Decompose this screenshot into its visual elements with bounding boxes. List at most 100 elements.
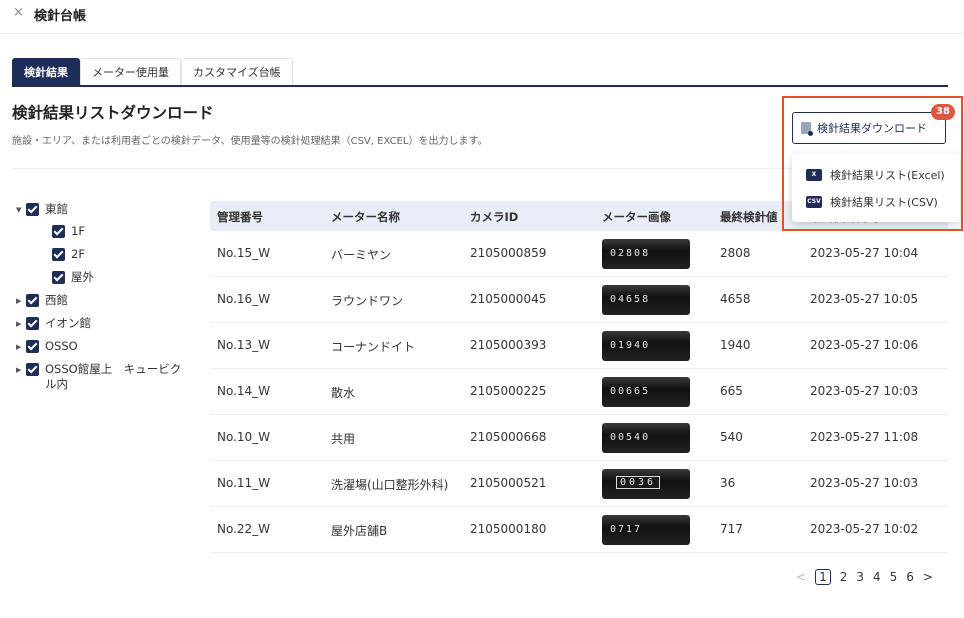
table-row[interactable]: No.14_W 散水 2105000225 00665 665 2023-05-… <box>210 369 948 415</box>
tree-item-label: 1F <box>71 224 85 238</box>
cell-camera: 2105000393 <box>470 338 547 352</box>
cell-value: 665 <box>720 384 743 398</box>
page-4[interactable]: 4 <box>873 570 881 584</box>
close-icon[interactable]: × <box>13 5 24 20</box>
cell-datetime: 2023-05-27 10:03 <box>810 476 919 490</box>
meter-image-digits: 0036 <box>616 476 661 489</box>
table-row[interactable]: No.11_W 洗濯場(山口整形外科) 2105000521 0036 36 2… <box>210 461 948 507</box>
table-row[interactable]: No.15_W バーミヤン 2105000859 02808 2808 2023… <box>210 231 948 277</box>
cell-value: 540 <box>720 430 743 444</box>
tree-item-label: 西館 <box>45 293 68 307</box>
cell-camera: 2105000668 <box>470 430 547 444</box>
tree-item-osso-rooftop[interactable]: ▶ OSSO館屋上 キュービク ル内 <box>16 362 181 392</box>
checkbox[interactable] <box>26 317 39 330</box>
col-header-image[interactable]: メーター画像 <box>602 209 671 225</box>
cell-id: No.15_W <box>217 246 271 260</box>
meter-image[interactable]: 0717 <box>602 515 690 545</box>
meter-image[interactable]: 0036 <box>602 469 690 499</box>
meter-image-digits: 00665 <box>610 386 651 397</box>
cell-id: No.13_W <box>217 338 271 352</box>
checkbox[interactable] <box>26 363 39 376</box>
page-1[interactable]: 1 <box>815 569 831 585</box>
tree-item-aeon-building[interactable]: ▶ イオン館 <box>16 316 91 331</box>
tree-item-west-building[interactable]: ▶ 西館 <box>16 293 68 308</box>
tree-item-outdoor[interactable]: 屋外 <box>52 270 94 285</box>
section-title: 検針結果リストダウンロード <box>12 104 214 122</box>
tree-item-east-building[interactable]: ▼ 東館 <box>16 202 68 217</box>
tab-bar: 検針結果 メーター使用量 カスタマイズ台帳 <box>12 58 948 87</box>
checkbox[interactable] <box>26 340 39 353</box>
checkbox[interactable] <box>52 225 65 238</box>
tab-meter-usage[interactable]: メーター使用量 <box>80 58 181 85</box>
cell-id: No.10_W <box>217 430 271 444</box>
checkbox[interactable] <box>26 294 39 307</box>
tree-item-2f[interactable]: 2F <box>52 247 85 262</box>
tree-item-label-line1: OSSO館屋上 キュービク <box>45 362 182 376</box>
tab-reading-results[interactable]: 検針結果 <box>12 58 80 85</box>
cell-value: 2808 <box>720 246 751 260</box>
col-header-camera[interactable]: カメラID <box>470 209 518 225</box>
meter-image[interactable]: 04658 <box>602 285 690 315</box>
tree-item-label: 東館 <box>45 202 68 216</box>
cell-name: バーミヤン <box>331 248 392 262</box>
table-row[interactable]: No.16_W ラウンドワン 2105000045 04658 4658 202… <box>210 277 948 323</box>
cell-camera: 2105000225 <box>470 384 547 398</box>
meter-image[interactable]: 00665 <box>602 377 690 407</box>
cell-name: 散水 <box>331 386 356 400</box>
top-bar: × 検針台帳 <box>0 0 964 34</box>
meter-image-digits: 01940 <box>610 340 651 351</box>
pagination: < 1 2 3 4 5 6 > <box>796 569 942 585</box>
cell-id: No.11_W <box>217 476 271 490</box>
page-3[interactable]: 3 <box>856 570 864 584</box>
cell-datetime: 2023-05-27 10:03 <box>810 384 919 398</box>
meter-image[interactable]: 00540 <box>602 423 690 453</box>
meter-image[interactable]: 01940 <box>602 331 690 361</box>
tree-item-label: OSSO館屋上 キュービク ル内 <box>45 362 181 392</box>
meter-image-digits: 0717 <box>610 524 643 535</box>
meter-image-digits: 04658 <box>610 294 651 305</box>
cell-camera: 2105000045 <box>470 292 547 306</box>
caret-right-icon[interactable]: ▶ <box>16 343 26 351</box>
tree-item-osso[interactable]: ▶ OSSO <box>16 339 78 354</box>
tree-item-label: 屋外 <box>71 270 94 284</box>
tree-item-label-line2: ル内 <box>45 377 68 391</box>
cell-datetime: 2023-05-27 10:06 <box>810 338 919 352</box>
tree-item-label: イオン館 <box>45 316 91 330</box>
cell-datetime: 2023-05-27 10:05 <box>810 292 919 306</box>
highlight-box <box>782 96 963 231</box>
cell-camera: 2105000521 <box>470 476 547 490</box>
next-page-icon[interactable]: > <box>923 570 933 584</box>
page-title: 検針台帳 <box>34 9 87 24</box>
cell-id: No.22_W <box>217 522 271 536</box>
tree-item-label: OSSO <box>45 339 78 353</box>
cell-value: 4658 <box>720 292 751 306</box>
cell-datetime: 2023-05-27 10:04 <box>810 246 919 260</box>
meter-image-digits: 02808 <box>610 248 651 259</box>
table-row[interactable]: No.22_W 屋外店舗B 2105000180 0717 717 2023-0… <box>210 507 948 553</box>
cell-id: No.16_W <box>217 292 271 306</box>
cell-name: 屋外店舗B <box>331 524 388 538</box>
cell-value: 1940 <box>720 338 751 352</box>
page-5[interactable]: 5 <box>890 570 898 584</box>
meter-image-digits: 00540 <box>610 432 651 443</box>
caret-down-icon[interactable]: ▼ <box>16 206 26 214</box>
col-header-name[interactable]: メーター名称 <box>331 209 400 225</box>
meter-image[interactable]: 02808 <box>602 239 690 269</box>
caret-right-icon[interactable]: ▶ <box>16 366 26 374</box>
table-row[interactable]: No.13_W コーナンドイト 2105000393 01940 1940 20… <box>210 323 948 369</box>
caret-right-icon[interactable]: ▶ <box>16 320 26 328</box>
page-6[interactable]: 6 <box>906 570 914 584</box>
checkbox[interactable] <box>52 271 65 284</box>
cell-datetime: 2023-05-27 11:08 <box>810 430 919 444</box>
prev-page-icon[interactable]: < <box>796 570 806 584</box>
caret-right-icon[interactable]: ▶ <box>16 297 26 305</box>
page-2[interactable]: 2 <box>840 570 848 584</box>
table-row[interactable]: No.10_W 共用 2105000668 00540 540 2023-05-… <box>210 415 948 461</box>
tree-item-1f[interactable]: 1F <box>52 224 85 239</box>
tree-item-label: 2F <box>71 247 85 261</box>
checkbox[interactable] <box>26 203 39 216</box>
tab-custom-ledger[interactable]: カスタマイズ台帳 <box>181 58 293 85</box>
col-header-id[interactable]: 管理番号 <box>217 209 263 225</box>
col-header-value[interactable]: 最終検針値 <box>720 209 778 225</box>
checkbox[interactable] <box>52 248 65 261</box>
